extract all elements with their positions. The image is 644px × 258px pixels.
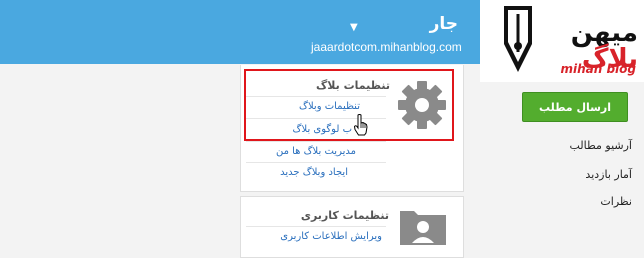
send-post-button[interactable]: ارسال مطلب	[522, 92, 628, 122]
blog-title[interactable]: جار	[430, 14, 458, 34]
divider	[246, 226, 386, 227]
hand-pointer-icon	[354, 114, 368, 136]
logo-wordmark-en: mihan blog	[560, 62, 636, 76]
pen-nib-icon	[504, 6, 532, 72]
logo[interactable]: میهن بلاگ mihan blog	[480, 0, 644, 82]
divider	[246, 162, 386, 163]
blog-url[interactable]: jaaardotcom.mihanblog.com	[311, 40, 462, 54]
edit-user-info-link[interactable]: ویرایش اطلاعات کاربری	[280, 231, 382, 242]
sidebar: ارسال مطلب آرشیو مطالب آمار بازدید نظرات	[480, 82, 644, 247]
user-folder-icon	[400, 211, 446, 245]
divider	[246, 141, 386, 142]
chevron-down-icon[interactable]: ▼	[350, 22, 358, 33]
sidebar-item-stats[interactable]: آمار بازدید	[585, 168, 632, 181]
sidebar-item-comments[interactable]: نظرات	[600, 195, 632, 208]
manage-blogs-link[interactable]: مدیریت بلاگ ها من	[276, 146, 356, 157]
create-blog-link[interactable]: ایجاد وبلاگ جدید	[280, 167, 348, 178]
user-settings-title: تنظیمات کاربری	[300, 209, 389, 222]
highlight-box	[244, 69, 454, 141]
sidebar-item-archive[interactable]: آرشیو مطالب	[569, 139, 632, 152]
